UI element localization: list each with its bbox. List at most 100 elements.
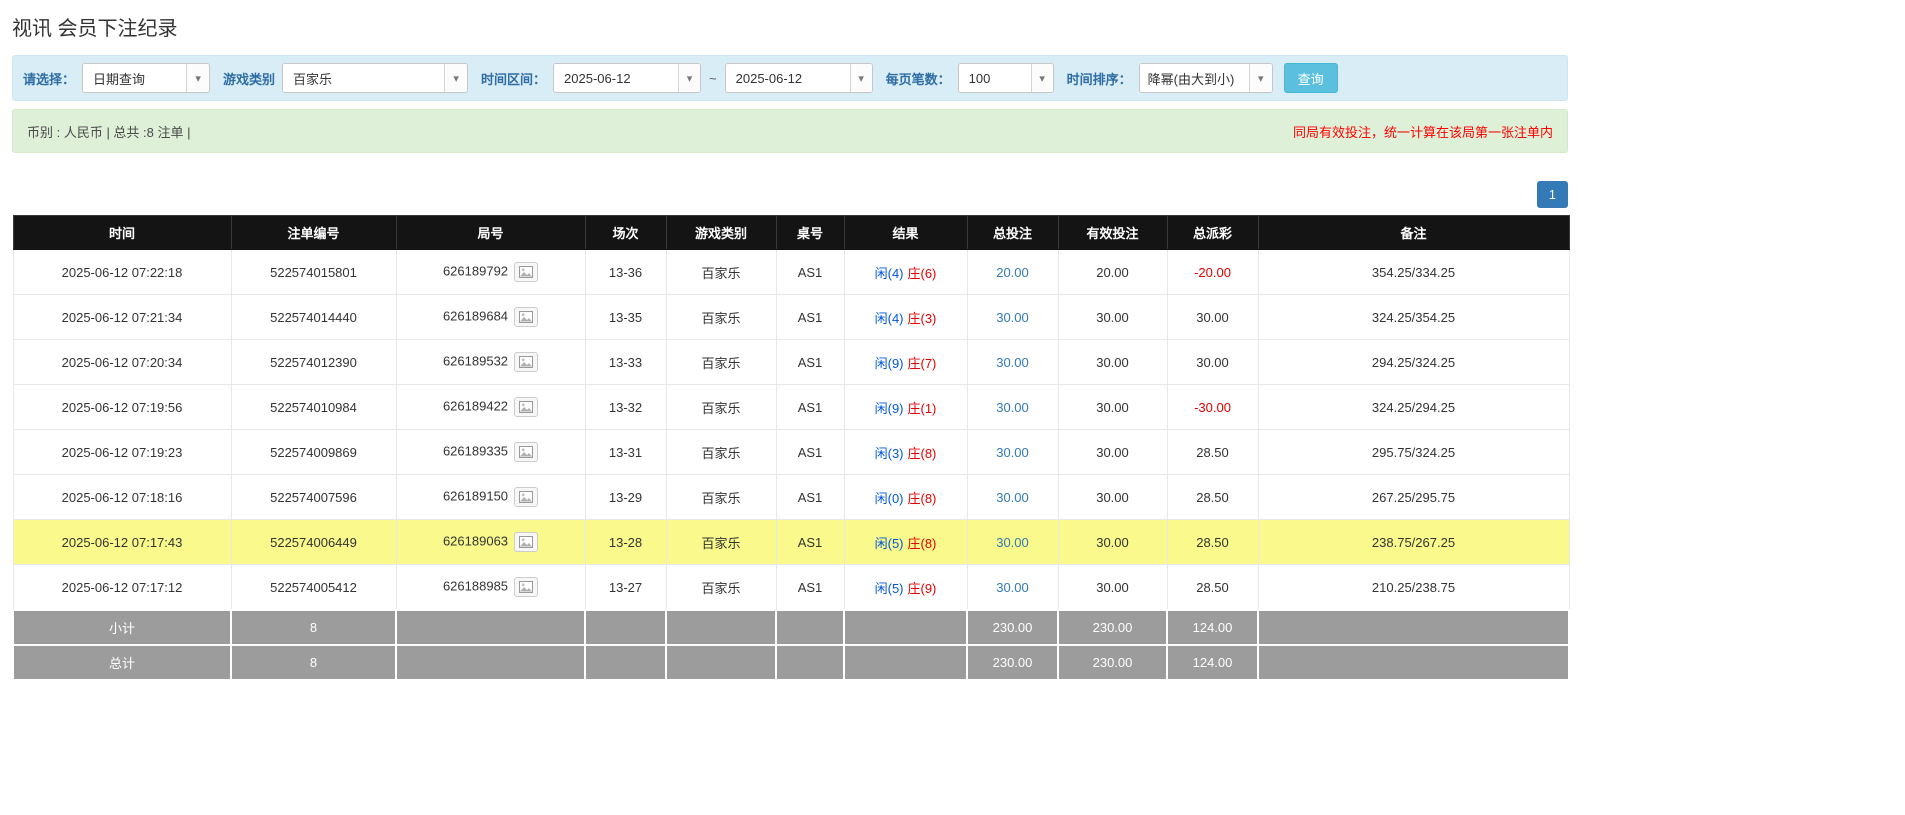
- cell-session: 13-28: [584, 519, 667, 565]
- total-bet-link[interactable]: 30.00: [996, 400, 1029, 415]
- round-result-image-icon[interactable]: [514, 442, 539, 462]
- grand-total-total-bet: 230.00: [966, 644, 1059, 681]
- total-bet-link[interactable]: 30.00: [996, 580, 1029, 595]
- date-to-picker[interactable]: ▾: [724, 63, 873, 93]
- chevron-down-icon[interactable]: ▾: [849, 64, 872, 92]
- cell-round-id: 626189063: [395, 519, 586, 565]
- subtotal-valid-bet: 230.00: [1057, 609, 1168, 646]
- subtotal-row: 小计 8 230.00 230.00 124.00: [12, 609, 1570, 646]
- cell-payout: 28.50: [1166, 564, 1259, 611]
- date-range-separator: ~: [709, 70, 717, 86]
- page-container: 视讯 会员下注纪录 请选择： 日期查询 ▾ 游戏类别 百家乐 ▾ 时间区间： ▾…: [12, 12, 1570, 681]
- table-row: 2025-06-12 07:22:18 522574015801 6261897…: [12, 249, 1570, 295]
- round-result-image-icon[interactable]: [514, 577, 539, 597]
- summary-bar: 币别 : 人民币 | 总共 :8 注单 | 同局有效投注，统一计算在该局第一张注…: [12, 109, 1568, 153]
- cell-time: 2025-06-12 07:19:56: [12, 384, 232, 430]
- cell-result: 闲(4) 庄(6): [843, 249, 968, 295]
- time-sort-select[interactable]: 降幂(由大到小) ▾: [1138, 63, 1273, 93]
- cell-round-id: 626189792: [395, 249, 586, 295]
- total-bet-link[interactable]: 30.00: [996, 310, 1029, 325]
- round-id-text: 626189684: [442, 308, 509, 324]
- round-result-image-icon[interactable]: [514, 307, 539, 327]
- cell-bet-id: 522574007596: [230, 474, 397, 520]
- cell-session: 13-29: [584, 474, 667, 520]
- chevron-down-icon[interactable]: ▾: [1248, 64, 1272, 92]
- cell-round-id: 626189422: [395, 384, 586, 430]
- header-valid-bet: 有效投注: [1057, 215, 1168, 250]
- subtotal-total-bet: 230.00: [966, 609, 1059, 646]
- round-id-text: 626189792: [442, 263, 509, 279]
- page-1-button[interactable]: 1: [1536, 181, 1568, 208]
- per-page-select[interactable]: ▾: [957, 63, 1054, 93]
- grand-total-row: 总计 8 230.00 230.00 124.00: [12, 644, 1570, 681]
- cell-game-type: 百家乐: [665, 384, 777, 430]
- header-session: 场次: [584, 215, 667, 250]
- cell-result: 闲(9) 庄(7): [843, 339, 968, 385]
- cell-session: 13-31: [584, 429, 667, 475]
- per-page-label: 每页笔数：: [885, 71, 951, 87]
- per-page-input[interactable]: [958, 64, 1031, 92]
- round-result-image-icon[interactable]: [514, 352, 539, 372]
- cell-game-type: 百家乐: [665, 249, 777, 295]
- date-range-label: 时间区间：: [481, 71, 547, 87]
- cell-remark: 295.75/324.25: [1257, 429, 1570, 475]
- result-player: 闲(4): [874, 265, 904, 281]
- total-bet-link[interactable]: 30.00: [996, 490, 1029, 505]
- round-result-image-icon[interactable]: [514, 262, 539, 282]
- total-bet-link[interactable]: 30.00: [996, 355, 1029, 370]
- header-remark: 备注: [1257, 215, 1570, 250]
- round-result-image-icon[interactable]: [514, 397, 539, 417]
- cell-payout: 28.50: [1166, 429, 1259, 475]
- date-from-input[interactable]: [554, 64, 679, 92]
- subtotal-payout: 124.00: [1166, 609, 1259, 646]
- date-from-picker[interactable]: ▾: [553, 63, 702, 93]
- table-row: 2025-06-12 07:19:56 522574010984 6261894…: [12, 384, 1570, 430]
- search-button[interactable]: 查询: [1283, 63, 1338, 93]
- round-id-text: 626188985: [442, 578, 509, 594]
- cell-table-no: AS1: [775, 474, 845, 520]
- cell-total-bet: 20.00: [966, 249, 1059, 295]
- chevron-down-icon[interactable]: ▾: [444, 64, 468, 92]
- cell-table-no: AS1: [775, 564, 845, 611]
- total-bet-link[interactable]: 30.00: [996, 535, 1029, 550]
- cell-remark: 324.25/354.25: [1257, 294, 1570, 340]
- cell-time: 2025-06-12 07:21:34: [12, 294, 232, 340]
- cell-time: 2025-06-12 07:22:18: [12, 249, 232, 295]
- query-type-label: 请选择：: [23, 71, 76, 87]
- result-banker: 庄(8): [907, 535, 937, 551]
- round-result-image-icon[interactable]: [514, 487, 539, 507]
- date-to-input[interactable]: [725, 64, 850, 92]
- cell-round-id: 626188985: [395, 564, 586, 611]
- result-player: 闲(0): [874, 490, 904, 506]
- cell-valid-bet: 30.00: [1057, 564, 1168, 611]
- cell-total-bet: 30.00: [966, 474, 1059, 520]
- cell-time: 2025-06-12 07:18:16: [12, 474, 232, 520]
- chevron-down-icon[interactable]: ▾: [186, 64, 210, 92]
- grand-total-label: 总计: [12, 644, 232, 681]
- chevron-down-icon[interactable]: ▾: [1030, 64, 1053, 92]
- cell-valid-bet: 30.00: [1057, 519, 1168, 565]
- query-type-select[interactable]: 日期查询 ▾: [82, 63, 211, 93]
- cell-game-type: 百家乐: [665, 294, 777, 340]
- cell-table-no: AS1: [775, 519, 845, 565]
- total-bet-link[interactable]: 30.00: [996, 445, 1029, 460]
- cell-payout: 30.00: [1166, 294, 1259, 340]
- cell-total-bet: 30.00: [966, 384, 1059, 430]
- table-row: 2025-06-12 07:18:16 522574007596 6261891…: [12, 474, 1570, 520]
- game-type-select[interactable]: 百家乐 ▾: [282, 63, 469, 93]
- table-row: 2025-06-12 07:21:34 522574014440 6261896…: [12, 294, 1570, 340]
- cell-game-type: 百家乐: [665, 564, 777, 611]
- result-player: 闲(9): [874, 400, 904, 416]
- header-total-bet: 总投注: [966, 215, 1059, 250]
- round-result-image-icon[interactable]: [514, 532, 539, 552]
- cell-bet-id: 522574010984: [230, 384, 397, 430]
- cell-game-type: 百家乐: [665, 474, 777, 520]
- total-bet-link[interactable]: 20.00: [996, 265, 1029, 280]
- cell-valid-bet: 30.00: [1057, 384, 1168, 430]
- header-time: 时间: [12, 215, 232, 250]
- header-bet-id: 注单编号: [230, 215, 397, 250]
- chevron-down-icon[interactable]: ▾: [678, 64, 701, 92]
- cell-session: 13-32: [584, 384, 667, 430]
- time-sort-label: 时间排序：: [1066, 71, 1132, 87]
- cell-remark: 238.75/267.25: [1257, 519, 1570, 565]
